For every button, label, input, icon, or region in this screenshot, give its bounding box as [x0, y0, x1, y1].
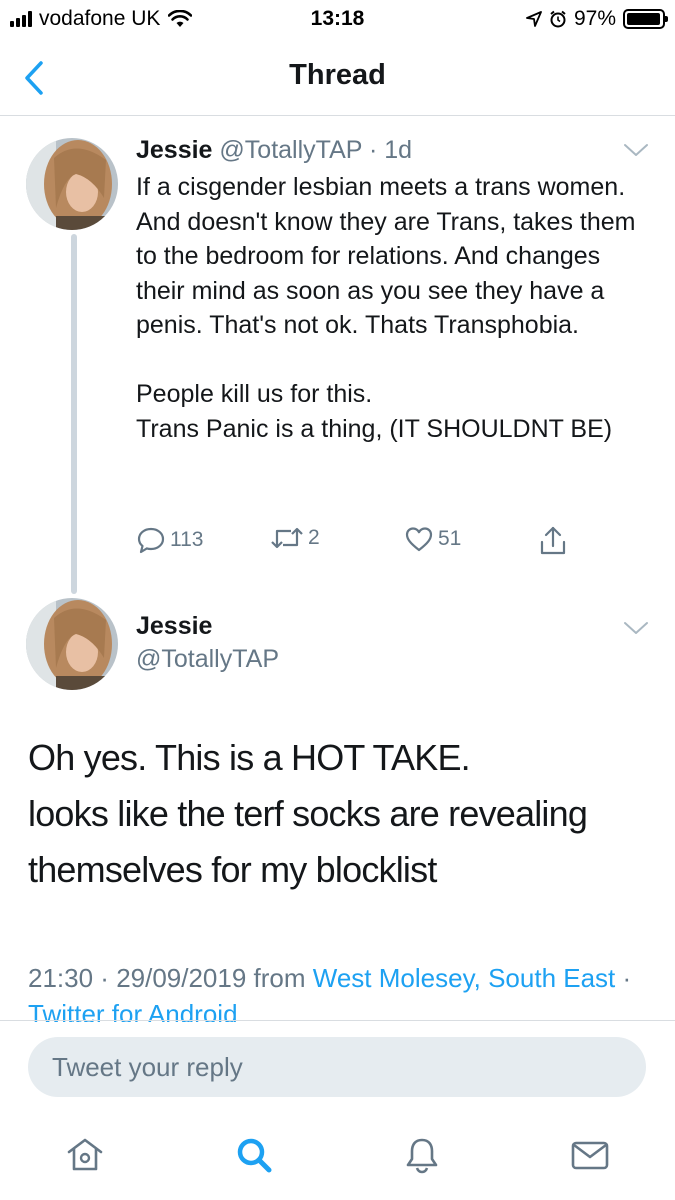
- user-handle[interactable]: @TotallyTAP: [219, 136, 362, 164]
- location-link[interactable]: West Molesey, South East: [313, 963, 616, 993]
- tweet-text-line: Oh yes. This is a HOT TAKE.: [28, 737, 471, 778]
- tab-bar: [0, 1110, 675, 1200]
- share-button[interactable]: [538, 525, 568, 557]
- retweet-icon: [271, 527, 303, 549]
- home-icon: [67, 1138, 103, 1171]
- avatar[interactable]: [26, 598, 118, 690]
- reply-icon: [137, 527, 165, 554]
- like-button[interactable]: 51: [404, 525, 461, 553]
- tab-messages[interactable]: [567, 1132, 613, 1178]
- tweet-age: 1d: [384, 136, 413, 164]
- heart-icon: [405, 527, 433, 552]
- meta-dot: ·: [615, 963, 632, 993]
- reply-count: 113: [170, 528, 204, 551]
- client-link[interactable]: Twitter for Android: [28, 999, 238, 1022]
- tweet-text-line: themselves for my blocklist: [28, 849, 437, 890]
- tab-notifications[interactable]: [399, 1132, 445, 1178]
- tweet-text-line: looks like the terf socks are revealing: [28, 793, 588, 834]
- status-right: 97%: [526, 7, 668, 31]
- status-bar: vodafone UK 13:18 97%: [0, 0, 675, 40]
- separator-dot: ·: [368, 136, 378, 164]
- avatar[interactable]: [26, 138, 118, 230]
- meta-dot: ·: [93, 963, 117, 993]
- thread-connector-line: [71, 234, 77, 594]
- display-name[interactable]: Jessie: [136, 612, 212, 641]
- alarm-icon: [550, 10, 566, 28]
- tweet-actions: 113 2 51: [136, 525, 586, 561]
- chevron-down-icon[interactable]: [623, 620, 649, 636]
- tab-search[interactable]: [231, 1132, 277, 1178]
- avatar-photo: [26, 138, 118, 230]
- like-count: 51: [438, 527, 462, 550]
- tweet-date: 29/09/2019: [116, 963, 247, 993]
- battery-icon: [623, 9, 668, 29]
- tweet-header: Jessie @TotallyTAP · 1d: [136, 136, 412, 165]
- retweet-button[interactable]: 2: [270, 525, 320, 551]
- reply-bar: [0, 1020, 675, 1110]
- tweet-text: If a cisgender lesbian meets a trans wom…: [136, 173, 636, 443]
- retweet-count: 2: [308, 526, 320, 549]
- location-arrow-icon: [526, 11, 542, 27]
- nav-bar: Thread: [0, 40, 675, 116]
- user-handle[interactable]: @TotallyTAP: [136, 645, 279, 674]
- battery-fill: [627, 13, 660, 25]
- search-icon: [237, 1138, 272, 1173]
- battery-percent: 97%: [573, 7, 616, 30]
- notifications-icon: [406, 1138, 438, 1174]
- display-name[interactable]: Jessie: [136, 136, 212, 164]
- reply-button[interactable]: 113: [136, 525, 203, 555]
- chevron-down-icon[interactable]: [623, 142, 649, 158]
- from-label: from: [246, 963, 313, 993]
- share-icon: [540, 526, 566, 555]
- tweet-metadata: 21:30 · 29/09/2019 from West Molesey, So…: [28, 960, 648, 1022]
- tab-home[interactable]: [62, 1132, 108, 1178]
- avatar-photo: [26, 598, 118, 690]
- reply-input[interactable]: [28, 1037, 646, 1097]
- page-title: Thread: [289, 59, 386, 91]
- tweet-time: 21:30: [28, 963, 94, 993]
- messages-icon: [571, 1141, 609, 1170]
- focused-tweet-text: Oh yes. This is a HOT TAKE. looks like t…: [28, 730, 648, 898]
